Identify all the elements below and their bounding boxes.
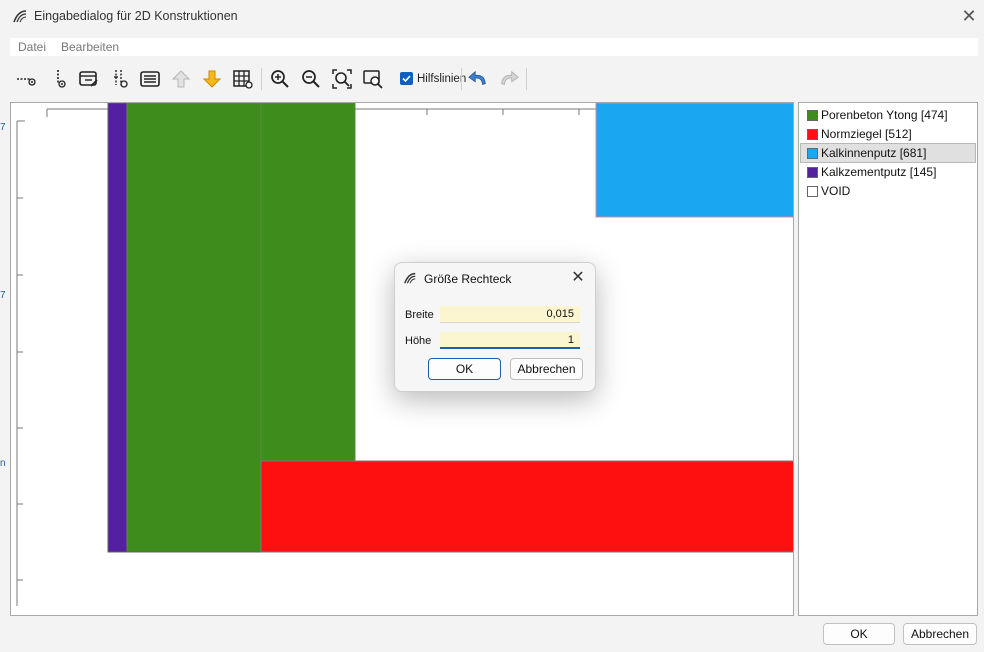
- size-rectangle-dialog: Größe Rechteck ✕ Breite Höhe OK Abbreche…: [394, 262, 596, 392]
- legend-swatch: [807, 110, 818, 121]
- material-legend: Porenbeton Ytong [474] Normziegel [512] …: [798, 102, 978, 616]
- split-vertical-icon[interactable]: [108, 67, 132, 91]
- menu-bearbeiten[interactable]: Bearbeiten: [61, 40, 119, 54]
- background-fragment: n: [0, 458, 6, 469]
- hoehe-label: Höhe: [405, 335, 432, 347]
- toolbar-separator: [261, 68, 262, 90]
- dialog-ok-button[interactable]: OK: [428, 358, 501, 380]
- legend-label: Porenbeton Ytong [474]: [821, 108, 948, 122]
- toolbar: Hilfslinien: [10, 64, 978, 96]
- legend-swatch: [807, 148, 818, 159]
- legend-swatch: [807, 186, 818, 197]
- porenbeton-block-left[interactable]: [126, 103, 262, 553]
- move-up-icon[interactable]: [169, 67, 193, 91]
- window-close-icon[interactable]: ✕: [958, 5, 980, 27]
- legend-label: Kalkzementputz [145]: [821, 165, 937, 179]
- redo-icon[interactable]: [497, 67, 521, 91]
- cancel-button[interactable]: Abbrechen: [903, 623, 977, 645]
- legend-swatch: [807, 167, 818, 178]
- legend-item-kalkinnenputz[interactable]: Kalkinnenputz [681]: [800, 143, 976, 163]
- legend-label: Normziegel [512]: [821, 127, 912, 141]
- zoom-in-icon[interactable]: [268, 67, 292, 91]
- legend-label: Kalkinnenputz [681]: [821, 146, 927, 160]
- list-dialog-icon[interactable]: [138, 67, 162, 91]
- dialog-title: Größe Rechteck: [424, 272, 512, 286]
- menu-bar: Datei Bearbeiten: [10, 38, 978, 56]
- dialog-close-icon[interactable]: ✕: [567, 267, 589, 289]
- hilfslinien-label: Hilfslinien: [417, 73, 467, 85]
- ok-button[interactable]: OK: [823, 623, 895, 645]
- window-title: Eingabedialog für 2D Konstruktionen: [34, 9, 238, 23]
- normziegel-block[interactable]: [260, 460, 793, 553]
- kalkinnenputz-block[interactable]: [595, 103, 793, 218]
- legend-item-normziegel[interactable]: Normziegel [512]: [801, 125, 975, 143]
- dialog-logo-icon: [403, 271, 417, 285]
- move-down-icon[interactable]: [200, 67, 224, 91]
- legend-swatch: [807, 129, 818, 140]
- hilfslinien-checkbox[interactable]: [400, 72, 413, 85]
- edit-field-icon[interactable]: [77, 67, 101, 91]
- app-logo-icon: [12, 8, 28, 24]
- ruler-left: [16, 120, 25, 606]
- toolbar-separator: [526, 68, 527, 90]
- grid-table-icon[interactable]: [231, 67, 255, 91]
- legend-item-kalkzementputz[interactable]: Kalkzementputz [145]: [801, 163, 975, 181]
- zoom-window-icon[interactable]: [361, 67, 385, 91]
- dialog-cancel-button[interactable]: Abbrechen: [510, 358, 583, 380]
- background-fragment: 7: [0, 290, 6, 301]
- background-fragment: 7: [0, 122, 6, 133]
- legend-item-void[interactable]: VOID: [801, 182, 975, 200]
- breite-label: Breite: [405, 309, 434, 321]
- porenbeton-block-right[interactable]: [260, 103, 356, 462]
- horizontal-line-icon[interactable]: [14, 67, 38, 91]
- zoom-fit-icon[interactable]: [330, 67, 354, 91]
- undo-icon[interactable]: [466, 67, 490, 91]
- breite-input[interactable]: [440, 306, 580, 323]
- legend-item-porenbeton[interactable]: Porenbeton Ytong [474]: [801, 106, 975, 124]
- legend-label: VOID: [821, 184, 851, 198]
- toolbar-separator: [461, 68, 462, 90]
- zoom-out-icon[interactable]: [299, 67, 323, 91]
- menu-datei[interactable]: Datei: [18, 40, 46, 54]
- vertical-line-icon[interactable]: [48, 67, 72, 91]
- kalkzementputz-block[interactable]: [107, 103, 128, 553]
- hoehe-input[interactable]: [440, 332, 580, 349]
